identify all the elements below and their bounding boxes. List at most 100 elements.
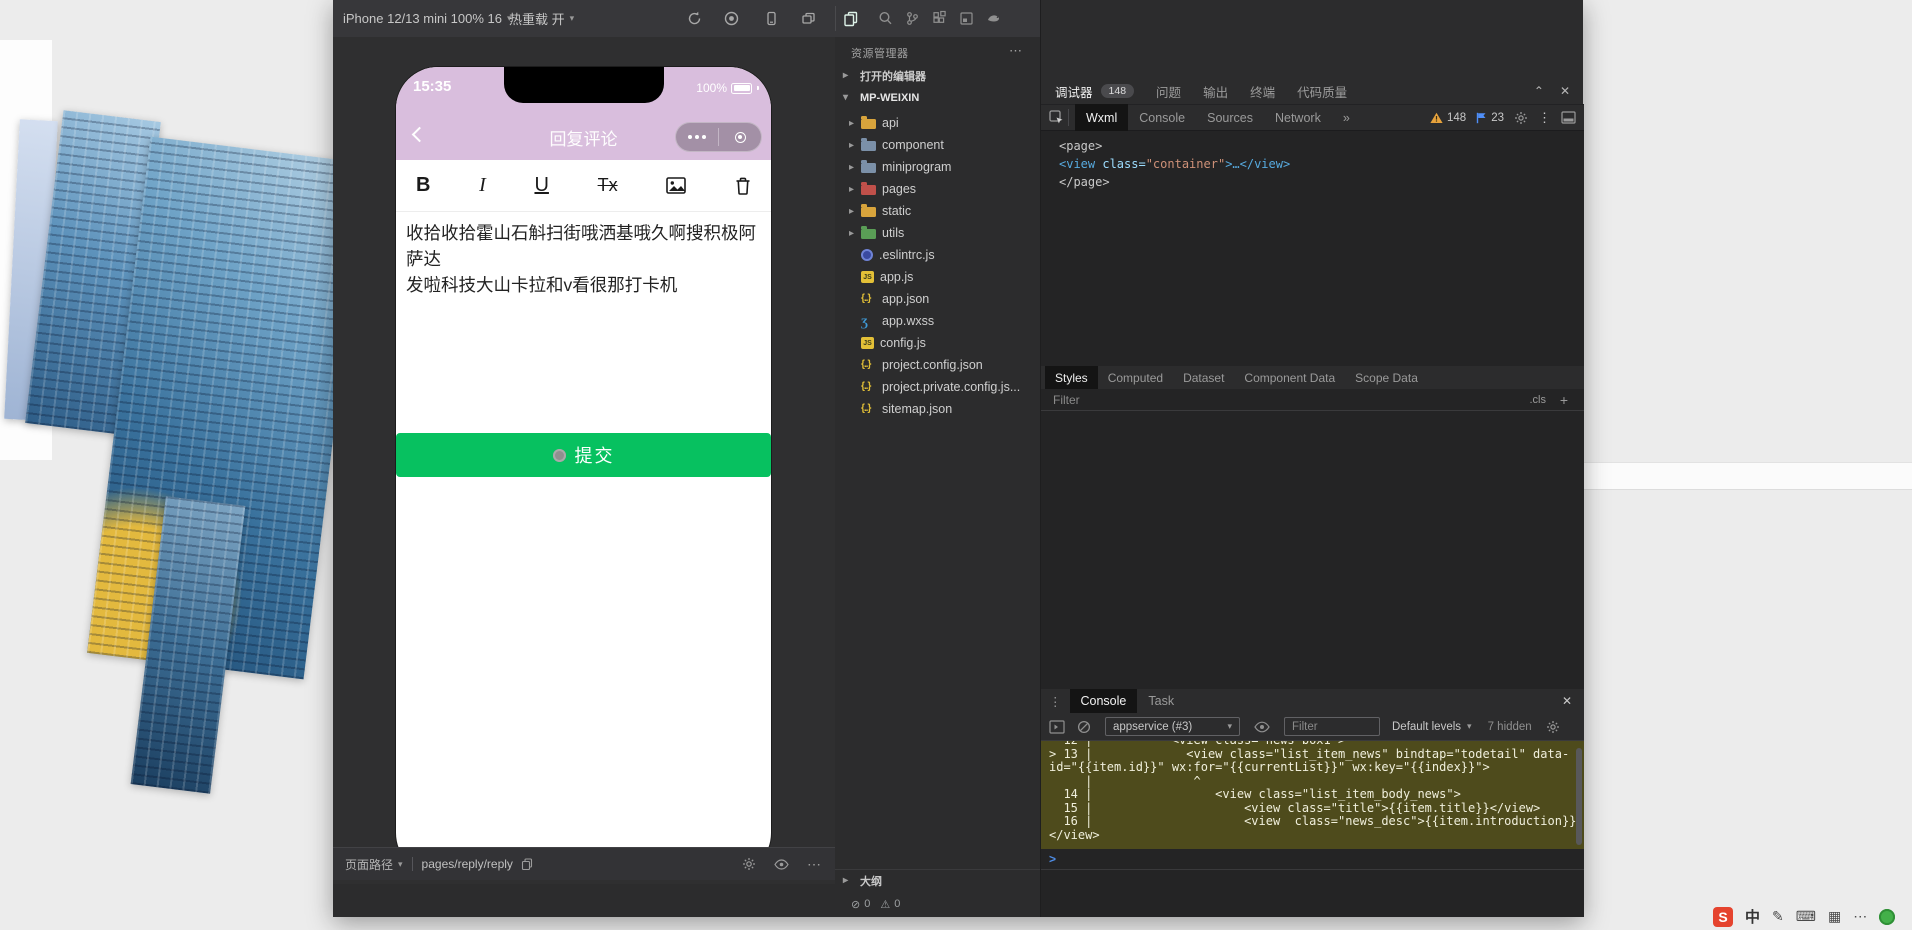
devtools-settings-icon[interactable]: [1514, 111, 1528, 125]
tab-output[interactable]: 输出: [1203, 82, 1228, 101]
inspect-element-icon[interactable]: [1049, 110, 1064, 125]
console-prompt[interactable]: >: [1041, 849, 1584, 870]
source-control-icon[interactable]: [904, 10, 921, 27]
device-selector[interactable]: iPhone 12/13 mini 100% 16 ▾: [343, 0, 512, 37]
context-selector[interactable]: appservice (#3) ▾: [1105, 717, 1240, 736]
file-tree-item-static[interactable]: ▸ static: [835, 200, 1040, 222]
underline-button[interactable]: U: [534, 174, 548, 197]
debugger-count-badge[interactable]: 148: [1101, 84, 1135, 98]
submit-button[interactable]: 提交: [396, 433, 771, 477]
file-tree-item-sitemap[interactable]: {..} sitemap.json: [835, 398, 1040, 420]
ime-keyboard-icon[interactable]: ⌨: [1796, 908, 1816, 925]
console-sidebar-icon[interactable]: [1049, 720, 1065, 734]
explorer-activity-icon[interactable]: [842, 10, 859, 27]
page-path-selector[interactable]: 页面路径 ▾: [345, 856, 403, 873]
file-tree-item-appjs[interactable]: JS app.js: [835, 266, 1040, 288]
tab-computed[interactable]: Computed: [1098, 366, 1173, 389]
ime-toolbox-icon[interactable]: ▦: [1828, 908, 1841, 925]
close-panel-icon[interactable]: ✕: [1560, 84, 1570, 98]
tab-terminal[interactable]: 终端: [1250, 82, 1275, 101]
file-tree-item-utils[interactable]: ▸ utils: [835, 222, 1040, 244]
search-icon[interactable]: [877, 10, 894, 27]
file-name: miniprogram: [882, 160, 951, 174]
plugin-icon[interactable]: [985, 10, 1002, 27]
hidden-messages-label: 7 hidden: [1488, 721, 1532, 733]
explorer-more-icon[interactable]: ⋯: [1009, 43, 1022, 59]
eye-icon[interactable]: [774, 859, 789, 870]
bold-button[interactable]: B: [416, 174, 430, 197]
file-tree-item-api[interactable]: ▸ api: [835, 112, 1040, 134]
tray-app-icon[interactable]: [1879, 909, 1895, 925]
styles-filter-input[interactable]: [1053, 393, 1383, 407]
layout-icon[interactable]: [958, 10, 975, 27]
console-toolbar: appservice (#3) ▾ Default levels ▾ 7 hid…: [1041, 713, 1584, 741]
tab-problems[interactable]: 问题: [1156, 82, 1181, 101]
tab-task[interactable]: Task: [1137, 689, 1185, 713]
insert-image-button[interactable]: [666, 177, 686, 194]
tab-debugger[interactable]: 调试器: [1055, 82, 1093, 101]
devtools-tab-network[interactable]: Network: [1264, 104, 1332, 131]
tab-scope-data[interactable]: Scope Data: [1345, 366, 1428, 389]
warnings-counter[interactable]: 148: [1430, 112, 1466, 124]
dock-side-icon[interactable]: [1561, 111, 1576, 124]
devtools-tab-console[interactable]: Console: [1128, 104, 1196, 131]
multi-window-icon[interactable]: [800, 10, 817, 27]
clear-console-icon[interactable]: [1077, 720, 1091, 734]
console-input-area[interactable]: [1041, 870, 1584, 917]
folder-arrow-icon: ▸: [849, 228, 861, 239]
file-tree-item-configjs[interactable]: JS config.js: [835, 332, 1040, 354]
refresh-icon[interactable]: [686, 10, 703, 27]
file-tree-item-appwxss[interactable]: Ʒ app.wxss: [835, 310, 1040, 332]
hot-reload-toggle[interactable]: 热重载 开 ▾: [509, 0, 574, 37]
console-drawer-icon[interactable]: ⋮: [1049, 694, 1062, 709]
file-tree-item-miniprogram[interactable]: ▸ miniprogram: [835, 156, 1040, 178]
trash-button[interactable]: [735, 177, 751, 195]
editor-content[interactable]: 收拾收拾霍山石斛扫街哦洒基哦久啊搜积极阿萨达 发啦科技大山卡拉和v看很那打卡机: [406, 220, 761, 298]
more-tabs-icon[interactable]: »: [1332, 104, 1361, 131]
file-tree-item-projectconfig[interactable]: {..} project.config.json: [835, 354, 1040, 376]
ime-more-icon[interactable]: ⋯: [1853, 908, 1867, 925]
problems-status[interactable]: ⊘ 0 ⚠ 0: [835, 891, 1040, 917]
devtools-tab-wxml[interactable]: Wxml: [1075, 104, 1128, 131]
outline-section[interactable]: ▸ 大纲: [835, 869, 1040, 891]
file-tree-item-component[interactable]: ▸ component: [835, 134, 1040, 156]
devtools-tab-sources[interactable]: Sources: [1196, 104, 1264, 131]
device-preview-icon[interactable]: [763, 10, 780, 27]
home-button[interactable]: [719, 123, 761, 151]
tab-console[interactable]: Console: [1070, 689, 1138, 713]
file-tree-item-projectprivateconfig[interactable]: {..} project.private.config.js...: [835, 376, 1040, 398]
file-tree-item-appjson[interactable]: {..} app.json: [835, 288, 1040, 310]
cls-toggle[interactable]: .cls: [1530, 394, 1547, 406]
settings-icon[interactable]: [742, 857, 756, 871]
sogou-ime-icon[interactable]: S: [1713, 907, 1733, 927]
file-tree-item-pages[interactable]: ▸ pages: [835, 178, 1040, 200]
copy-path-icon[interactable]: [521, 858, 533, 871]
tab-code-quality[interactable]: 代码质量: [1297, 82, 1347, 101]
open-editors-section[interactable]: ▸ 打开的编辑器: [835, 65, 1040, 86]
ime-language-toggle[interactable]: 中: [1745, 906, 1760, 927]
tab-styles[interactable]: Styles: [1045, 366, 1098, 389]
new-style-rule-icon[interactable]: +: [1560, 392, 1568, 408]
log-levels-selector[interactable]: Default levels ▾: [1392, 721, 1472, 733]
wxml-tree-pane[interactable]: <page> <view class="container">…</view> …: [1041, 131, 1584, 366]
console-scrollbar[interactable]: [1576, 748, 1582, 845]
ime-pen-icon[interactable]: ✎: [1772, 908, 1784, 925]
console-close-icon[interactable]: ✕: [1562, 694, 1572, 708]
project-root-section[interactable]: ▾ MP-WEIXIN: [835, 87, 1040, 108]
console-eye-icon[interactable]: [1254, 721, 1270, 733]
styles-tabbar: Styles Computed Dataset Component Data S…: [1041, 366, 1584, 389]
collapse-panel-icon[interactable]: ⌃: [1534, 84, 1544, 98]
tab-dataset[interactable]: Dataset: [1173, 366, 1234, 389]
console-settings-icon[interactable]: [1546, 720, 1560, 734]
console-filter-input[interactable]: [1284, 717, 1380, 736]
extensions-icon[interactable]: [931, 10, 948, 27]
italic-button[interactable]: I: [479, 174, 486, 197]
clear-format-button[interactable]: Tx: [598, 175, 618, 196]
more-icon[interactable]: ⋯: [807, 856, 821, 873]
record-icon[interactable]: [723, 10, 740, 27]
more-menu-button[interactable]: [676, 123, 718, 151]
file-tree-item-eslintrc[interactable]: .eslintrc.js: [835, 244, 1040, 266]
devtools-more-icon[interactable]: ⋮: [1538, 110, 1551, 126]
tab-component-data[interactable]: Component Data: [1234, 366, 1345, 389]
info-counter[interactable]: 23: [1476, 112, 1504, 124]
